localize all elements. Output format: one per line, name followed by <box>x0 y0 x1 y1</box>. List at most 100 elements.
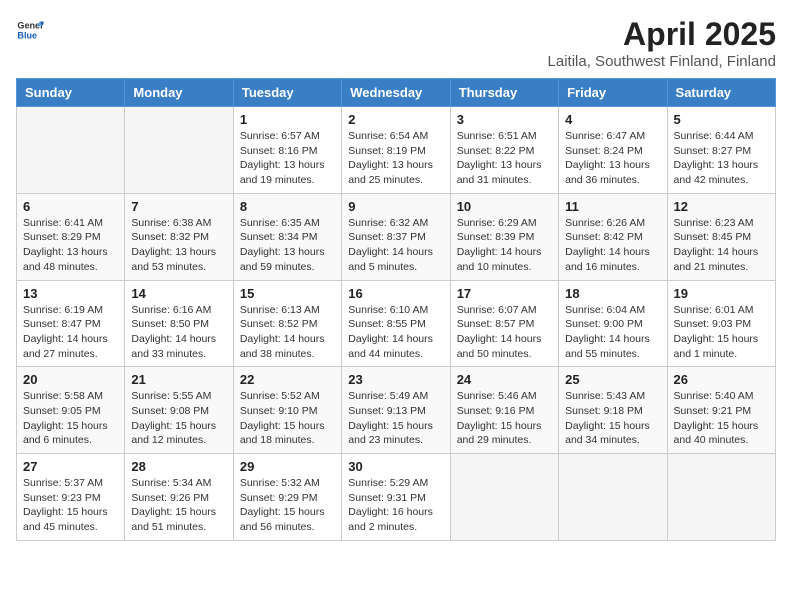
day-info: Sunrise: 5:58 AMSunset: 9:05 PMDaylight:… <box>23 389 118 448</box>
calendar-cell: 14 Sunrise: 6:16 AMSunset: 8:50 PMDayligh… <box>125 280 233 367</box>
day-number: 18 <box>565 286 660 301</box>
day-number: 5 <box>674 112 769 127</box>
calendar-cell: 4Sunrise: 6:47 AMSunset: 8:24 PMDaylight… <box>559 107 667 194</box>
calendar-cell <box>17 107 125 194</box>
calendar-cell: 3 Sunrise: 6:51 AMSunset: 8:22 PMDaylight… <box>450 107 558 194</box>
calendar-cell: 16 Sunrise: 6:10 AMSunset: 8:55 PMDayligh… <box>342 280 450 367</box>
calendar-cell: 25 Sunrise: 5:43 AMSunset: 9:18 PMDayligh… <box>559 367 667 454</box>
day-header-sunday: Sunday <box>17 79 125 107</box>
day-header-thursday: Thursday <box>450 79 558 107</box>
calendar-header: SundayMondayTuesdayWednesdayThursdayFrid… <box>17 79 776 107</box>
calendar-cell: 29 Sunrise: 5:32 AMSunset: 9:29 PMDayligh… <box>233 454 341 541</box>
day-info: Sunrise: 5:29 AMSunset: 9:31 PMDaylight:… <box>348 476 443 535</box>
calendar-cell: 24Sunrise: 5:46 AMSunset: 9:16 PMDayligh… <box>450 367 558 454</box>
day-info: Sunrise: 5:40 AMSunset: 9:21 PMDaylight:… <box>674 389 769 448</box>
calendar-cell: 8 Sunrise: 6:35 AMSunset: 8:34 PMDaylight… <box>233 193 341 280</box>
day-header-saturday: Saturday <box>667 79 775 107</box>
title-area: April 2025 Laitila, Southwest Finland, F… <box>548 16 776 70</box>
day-number: 25 <box>565 372 660 387</box>
calendar-week-row: 27 Sunrise: 5:37 AMSunset: 9:23 PMDayligh… <box>17 454 776 541</box>
day-number: 30 <box>348 459 443 474</box>
day-info: Sunrise: 6:16 AMSunset: 8:50 PMDaylight:… <box>131 303 226 362</box>
day-number: 14 <box>131 286 226 301</box>
day-info: Sunrise: 6:07 AMSunset: 8:57 PMDaylight:… <box>457 303 552 362</box>
calendar-body: 1 Sunrise: 6:57 AMSunset: 8:16 PMDaylight… <box>17 107 776 541</box>
calendar-cell: 27 Sunrise: 5:37 AMSunset: 9:23 PMDayligh… <box>17 454 125 541</box>
day-info: Sunrise: 6:13 AMSunset: 8:52 PMDaylight:… <box>240 303 335 362</box>
calendar-cell: 13Sunrise: 6:19 AMSunset: 8:47 PMDayligh… <box>17 280 125 367</box>
day-number: 11 <box>565 199 660 214</box>
day-info: Sunrise: 5:43 AMSunset: 9:18 PMDaylight:… <box>565 389 660 448</box>
day-header-wednesday: Wednesday <box>342 79 450 107</box>
day-number: 2 <box>348 112 443 127</box>
day-info: Sunrise: 5:52 AMSunset: 9:10 PMDaylight:… <box>240 389 335 448</box>
day-info: Sunrise: 6:44 AMSunset: 8:27 PMDaylight:… <box>674 129 769 188</box>
calendar-cell: 1 Sunrise: 6:57 AMSunset: 8:16 PMDaylight… <box>233 107 341 194</box>
day-number: 19 <box>674 286 769 301</box>
calendar-cell: 21 Sunrise: 5:55 AMSunset: 9:08 PMDayligh… <box>125 367 233 454</box>
calendar-cell: 17 Sunrise: 6:07 AMSunset: 8:57 PMDayligh… <box>450 280 558 367</box>
day-info: Sunrise: 6:01 AMSunset: 9:03 PMDaylight:… <box>674 303 769 362</box>
calendar-cell: 7Sunrise: 6:38 AMSunset: 8:32 PMDaylight… <box>125 193 233 280</box>
day-info: Sunrise: 6:35 AMSunset: 8:34 PMDaylight:… <box>240 216 335 275</box>
calendar-cell: 2Sunrise: 6:54 AMSunset: 8:19 PMDaylight… <box>342 107 450 194</box>
calendar-cell: 18 Sunrise: 6:04 AMSunset: 9:00 PMDayligh… <box>559 280 667 367</box>
calendar-cell: 26Sunrise: 5:40 AMSunset: 9:21 PMDayligh… <box>667 367 775 454</box>
day-number: 1 <box>240 112 335 127</box>
day-number: 16 <box>348 286 443 301</box>
day-number: 20 <box>23 372 118 387</box>
day-number: 3 <box>457 112 552 127</box>
day-info: Sunrise: 6:41 AMSunset: 8:29 PMDaylight:… <box>23 216 118 275</box>
day-info: Sunrise: 5:46 AMSunset: 9:16 PMDaylight:… <box>457 389 552 448</box>
calendar-cell: 5 Sunrise: 6:44 AMSunset: 8:27 PMDaylight… <box>667 107 775 194</box>
calendar-week-row: 1 Sunrise: 6:57 AMSunset: 8:16 PMDaylight… <box>17 107 776 194</box>
calendar-table: SundayMondayTuesdayWednesdayThursdayFrid… <box>16 78 776 541</box>
subtitle: Laitila, Southwest Finland, Finland <box>548 53 776 70</box>
day-info: Sunrise: 6:57 AMSunset: 8:16 PMDaylight:… <box>240 129 335 188</box>
day-number: 12 <box>674 199 769 214</box>
day-number: 21 <box>131 372 226 387</box>
day-number: 17 <box>457 286 552 301</box>
calendar-cell: 30 Sunrise: 5:29 AMSunset: 9:31 PMDayligh… <box>342 454 450 541</box>
calendar-cell: 28Sunrise: 5:34 AMSunset: 9:26 PMDayligh… <box>125 454 233 541</box>
day-info: Sunrise: 5:34 AMSunset: 9:26 PMDaylight:… <box>131 476 226 535</box>
day-info: Sunrise: 6:47 AMSunset: 8:24 PMDaylight:… <box>565 129 660 188</box>
day-number: 22 <box>240 372 335 387</box>
calendar-cell: 11 Sunrise: 6:26 AMSunset: 8:42 PMDayligh… <box>559 193 667 280</box>
day-info: Sunrise: 6:29 AMSunset: 8:39 PMDaylight:… <box>457 216 552 275</box>
day-info: Sunrise: 6:26 AMSunset: 8:42 PMDaylight:… <box>565 216 660 275</box>
calendar-cell: 19 Sunrise: 6:01 AMSunset: 9:03 PMDayligh… <box>667 280 775 367</box>
day-info: Sunrise: 6:51 AMSunset: 8:22 PMDaylight:… <box>457 129 552 188</box>
day-info: Sunrise: 5:55 AMSunset: 9:08 PMDaylight:… <box>131 389 226 448</box>
day-number: 10 <box>457 199 552 214</box>
calendar-cell: 22 Sunrise: 5:52 AMSunset: 9:10 PMDayligh… <box>233 367 341 454</box>
day-info: Sunrise: 6:10 AMSunset: 8:55 PMDaylight:… <box>348 303 443 362</box>
day-info: Sunrise: 5:37 AMSunset: 9:23 PMDaylight:… <box>23 476 118 535</box>
calendar-week-row: 13Sunrise: 6:19 AMSunset: 8:47 PMDayligh… <box>17 280 776 367</box>
day-number: 7 <box>131 199 226 214</box>
main-title: April 2025 <box>548 16 776 53</box>
calendar-cell <box>125 107 233 194</box>
day-info: Sunrise: 5:49 AMSunset: 9:13 PMDaylight:… <box>348 389 443 448</box>
svg-text:Blue: Blue <box>17 30 37 40</box>
calendar-cell: 20 Sunrise: 5:58 AMSunset: 9:05 PMDayligh… <box>17 367 125 454</box>
calendar-cell: 15 Sunrise: 6:13 AMSunset: 8:52 PMDayligh… <box>233 280 341 367</box>
calendar-week-row: 20 Sunrise: 5:58 AMSunset: 9:05 PMDayligh… <box>17 367 776 454</box>
calendar-cell: 23 Sunrise: 5:49 AMSunset: 9:13 PMDayligh… <box>342 367 450 454</box>
day-info: Sunrise: 6:04 AMSunset: 9:00 PMDaylight:… <box>565 303 660 362</box>
day-number: 6 <box>23 199 118 214</box>
page-header: General Blue April 2025 Laitila, Southwe… <box>16 16 776 70</box>
header-row: SundayMondayTuesdayWednesdayThursdayFrid… <box>17 79 776 107</box>
calendar-cell: 12Sunrise: 6:23 AMSunset: 8:45 PMDayligh… <box>667 193 775 280</box>
day-header-friday: Friday <box>559 79 667 107</box>
day-info: Sunrise: 6:19 AMSunset: 8:47 PMDaylight:… <box>23 303 118 362</box>
day-number: 27 <box>23 459 118 474</box>
day-info: Sunrise: 5:32 AMSunset: 9:29 PMDaylight:… <box>240 476 335 535</box>
day-number: 9 <box>348 199 443 214</box>
calendar-cell: 10 Sunrise: 6:29 AMSunset: 8:39 PMDayligh… <box>450 193 558 280</box>
day-number: 15 <box>240 286 335 301</box>
day-number: 29 <box>240 459 335 474</box>
day-number: 8 <box>240 199 335 214</box>
day-info: Sunrise: 6:32 AMSunset: 8:37 PMDaylight:… <box>348 216 443 275</box>
day-number: 23 <box>348 372 443 387</box>
